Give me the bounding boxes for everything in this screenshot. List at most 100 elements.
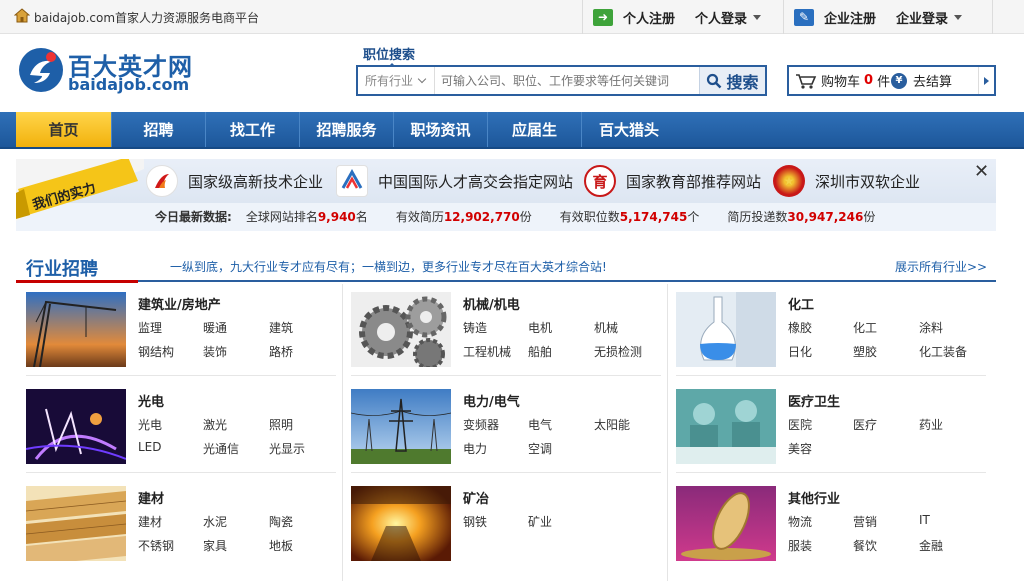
honor-education-ministry: 育 国家教育部推荐网站: [584, 165, 761, 197]
industry-keyword-link[interactable]: 服装: [788, 537, 812, 554]
industry-keyword-link[interactable]: 建筑: [269, 319, 293, 336]
industry-keyword-link[interactable]: 空调: [528, 440, 552, 457]
nav-graduates[interactable]: 应届生: [488, 112, 582, 147]
arrow-right-icon: ➜: [593, 8, 613, 26]
industry-keyword-link[interactable]: 太阳能: [594, 416, 630, 433]
industry-keyword-link[interactable]: 营销: [853, 513, 877, 530]
cart-link[interactable]: 购物车 0 件: [789, 71, 891, 90]
industry-name-link[interactable]: 矿冶: [463, 488, 489, 507]
industry-keyword-link[interactable]: 金融: [919, 537, 943, 554]
furnace-image[interactable]: [351, 486, 451, 561]
industry-keyword-link[interactable]: 装饰: [203, 343, 227, 360]
industry-name-link[interactable]: 电力/电气: [463, 391, 520, 410]
industry-keyword-link[interactable]: 钢铁: [463, 513, 487, 530]
industry-name-link[interactable]: 医疗卫生: [788, 391, 840, 410]
job-search-tab[interactable]: 职位搜索: [363, 44, 415, 68]
light-image[interactable]: [26, 389, 126, 464]
industry-name-link[interactable]: 光电: [138, 391, 164, 410]
industry-keyword-link[interactable]: 电气: [528, 416, 552, 433]
planks-image[interactable]: [26, 486, 126, 561]
industry-keyword-link[interactable]: 水泥: [203, 513, 227, 530]
crane-image[interactable]: [26, 292, 126, 367]
industry-keyword-link[interactable]: 化工装备: [919, 343, 967, 360]
industry-keyword-link[interactable]: 涂料: [919, 319, 943, 336]
industry-keyword-link[interactable]: 工程机械: [463, 343, 511, 360]
industry-keyword-link[interactable]: 铸造: [463, 319, 487, 336]
triangle-right-icon: [984, 76, 989, 85]
industry-keyword-link[interactable]: 路桥: [269, 343, 293, 360]
industry-keyword-link[interactable]: 物流: [788, 513, 812, 530]
checkout-link[interactable]: ¥ 去结算: [891, 71, 978, 90]
search-input[interactable]: [435, 67, 699, 94]
industry-keyword-link[interactable]: 餐饮: [853, 537, 877, 554]
industry-keyword-link[interactable]: 无损检测: [594, 343, 642, 360]
industry-keyword-link[interactable]: 电机: [528, 319, 552, 336]
company-register-link[interactable]: ✎ 企业注册: [784, 0, 886, 34]
industry-keyword-link[interactable]: 电力: [463, 440, 487, 457]
home-icon[interactable]: [14, 8, 30, 23]
gears-image[interactable]: [351, 292, 451, 367]
caret-down-icon: [954, 14, 963, 20]
nav-headhunter[interactable]: 百大猎头: [582, 112, 676, 147]
industry-keyword-link[interactable]: 矿业: [528, 513, 552, 530]
industry-keyword-link[interactable]: 橡胶: [788, 319, 812, 336]
industry-keyword-link[interactable]: 光通信: [203, 440, 239, 457]
education-seal-icon: 育: [584, 165, 616, 197]
industry-card: 机械/机电铸造 电机 机械工程机械 船舶 无损检测: [341, 284, 651, 376]
industry-keyword-link[interactable]: 美容: [788, 440, 812, 457]
personal-register-link[interactable]: ➜ 个人注册: [583, 0, 685, 34]
industry-keyword-link[interactable]: 钢结构: [138, 343, 174, 360]
industry-keyword-link[interactable]: 变频器: [463, 416, 499, 433]
industry-keyword-link[interactable]: 监理: [138, 319, 162, 336]
industry-keyword-link[interactable]: 船舶: [528, 343, 552, 360]
flame-badge-icon: [146, 165, 178, 197]
industry-keyword-link[interactable]: 不锈钢: [138, 537, 174, 554]
industry-keyword-link[interactable]: 暖通: [203, 319, 227, 336]
nav-home[interactable]: 首页: [16, 112, 112, 147]
logo-mark-icon: [19, 48, 63, 92]
industry-keyword-link[interactable]: 地板: [269, 537, 293, 554]
industry-card: 化工 橡胶 化工 涂料 日化 塑胶 化工装备: [666, 284, 976, 376]
company-login-dropdown[interactable]: 企业登录: [886, 0, 972, 34]
industry-keyword-link[interactable]: 医疗: [853, 416, 877, 433]
industry-name-link[interactable]: 建材: [138, 488, 164, 507]
industry-select[interactable]: 所有行业: [358, 67, 435, 94]
industry-keyword-link[interactable]: 光显示: [269, 440, 305, 457]
industry-keyword-link[interactable]: 药业: [919, 416, 943, 433]
nav-career-news[interactable]: 职场资讯: [394, 112, 488, 147]
industry-keyword-link[interactable]: 塑胶: [853, 343, 877, 360]
industry-name-link[interactable]: 其他行业: [788, 488, 840, 507]
emblem-icon: ★: [773, 165, 805, 197]
industry-name-link[interactable]: 机械/机电: [463, 294, 520, 313]
industry-keyword-link[interactable]: 建材: [138, 513, 162, 530]
coin-image[interactable]: [676, 486, 776, 561]
search-button[interactable]: 搜索: [699, 67, 765, 94]
nav-recruit[interactable]: 招聘: [112, 112, 206, 147]
industry-keyword-link[interactable]: LED: [138, 440, 162, 454]
industry-keyword-link[interactable]: IT: [919, 513, 930, 527]
industry-keyword-link[interactable]: 化工: [853, 319, 877, 336]
industry-keyword-link[interactable]: 光电: [138, 416, 162, 433]
cart-expand-button[interactable]: [978, 67, 994, 94]
industry-name-link[interactable]: 化工: [788, 294, 814, 313]
industry-slogan-link[interactable]: 一纵到底，九大行业专才应有尽有；一横到边，更多行业专才尽在百大英才综合站!: [170, 258, 607, 275]
cart-count: 0: [864, 73, 874, 88]
industry-keyword-link[interactable]: 陶瓷: [269, 513, 293, 530]
industry-keyword-link[interactable]: 家具: [203, 537, 227, 554]
industry-keyword-link[interactable]: 照明: [269, 416, 293, 433]
show-all-industries-link[interactable]: 展示所有行业>>: [895, 258, 987, 275]
nav-recruit-service[interactable]: 招聘服务: [300, 112, 394, 147]
industry-name-link[interactable]: 建筑业/房地产: [138, 294, 221, 313]
site-logo[interactable]: 百大英才网 baidajob.com: [16, 45, 216, 95]
flask-image[interactable]: [676, 292, 776, 367]
industry-keyword-link[interactable]: 机械: [594, 319, 618, 336]
industry-keyword-link[interactable]: 医院: [788, 416, 812, 433]
industry-keyword-link[interactable]: 激光: [203, 416, 227, 433]
surgery-image[interactable]: [676, 389, 776, 464]
personal-login-dropdown[interactable]: 个人登录: [685, 0, 771, 34]
stat-jobs: 有效职位数5,174,745个: [559, 210, 700, 224]
industry-keyword-link[interactable]: 日化: [788, 343, 812, 360]
close-icon[interactable]: ✕: [974, 161, 989, 182]
pylon-image[interactable]: [351, 389, 451, 464]
nav-find-job[interactable]: 找工作: [206, 112, 300, 147]
